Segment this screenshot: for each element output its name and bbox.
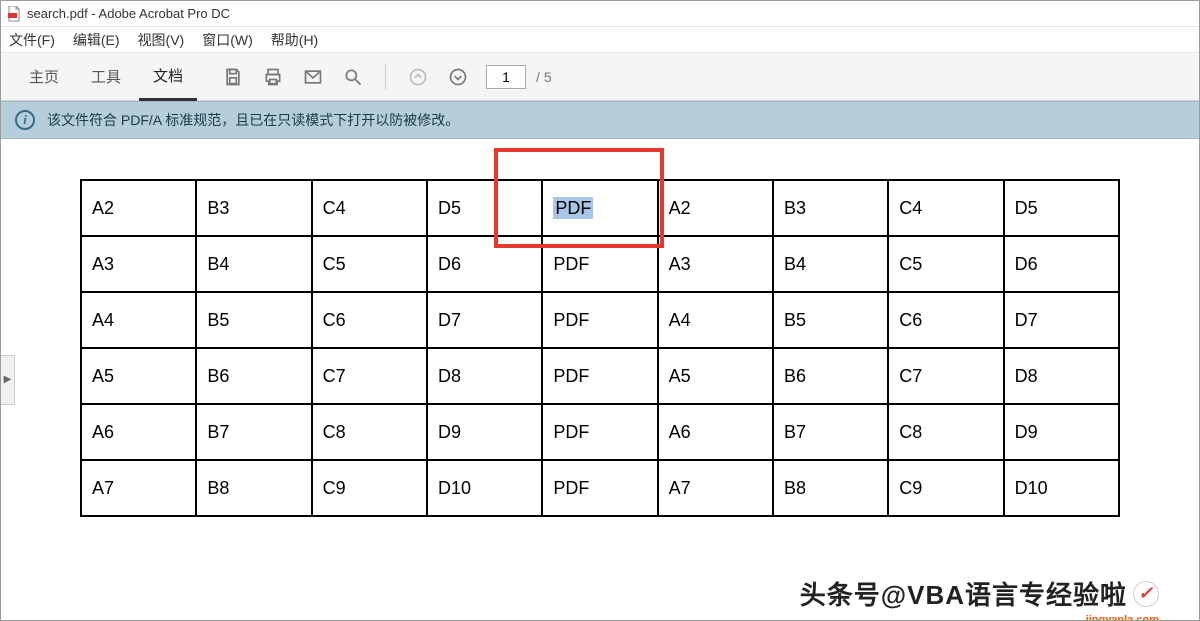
- info-bar: i 该文件符合 PDF/A 标准规范，且已在只读模式下打开以防被修改。: [1, 101, 1199, 139]
- page-number-input[interactable]: [486, 65, 526, 89]
- table-cell: C4: [888, 180, 1003, 236]
- table-cell: B3: [196, 180, 311, 236]
- info-message: 该文件符合 PDF/A 标准规范，且已在只读模式下打开以防被修改。: [47, 110, 459, 130]
- table-cell: A6: [658, 404, 773, 460]
- table-cell: PDF: [542, 348, 657, 404]
- table-row: A6B7C8D9PDFA6B7C8D9: [81, 404, 1119, 460]
- table-row: A5B6C7D8PDFA5B6C7D8: [81, 348, 1119, 404]
- table-cell: C5: [312, 236, 427, 292]
- table-row: A7B8C9D10PDFA7B8C9D10: [81, 460, 1119, 516]
- table-cell: A7: [81, 460, 196, 516]
- table-cell: B6: [196, 348, 311, 404]
- table-cell: D10: [1004, 460, 1119, 516]
- table-cell: A3: [81, 236, 196, 292]
- menu-help[interactable]: 帮助(H): [271, 30, 318, 50]
- table-cell: PDF: [542, 292, 657, 348]
- watermark-line1: 头条号@VBA语言专经验啦: [800, 575, 1127, 612]
- table-cell: A5: [81, 348, 196, 404]
- page-up-icon[interactable]: [400, 59, 436, 95]
- table-cell: C7: [312, 348, 427, 404]
- table-row: A2B3C4D5PDFA2B3C4D5: [81, 180, 1119, 236]
- menu-bar: 文件(F) 编辑(E) 视图(V) 窗口(W) 帮助(H): [1, 27, 1199, 53]
- email-icon[interactable]: [295, 59, 331, 95]
- table-cell: D6: [1004, 236, 1119, 292]
- table-cell: A2: [81, 180, 196, 236]
- pdf-file-icon: [7, 6, 21, 22]
- table-cell: C6: [312, 292, 427, 348]
- menu-view[interactable]: 视图(V): [138, 30, 185, 50]
- table-cell: D8: [1004, 348, 1119, 404]
- table-cell: PDF: [542, 404, 657, 460]
- table-cell: PDF: [542, 460, 657, 516]
- document-table: A2B3C4D5PDFA2B3C4D5A3B4C5D6PDFA3B4C5D6A4…: [80, 179, 1120, 517]
- table-cell: D9: [427, 404, 542, 460]
- watermark-text: 头条号@VBA语言专经验啦 ✓: [800, 575, 1159, 612]
- table-cell: D10: [427, 460, 542, 516]
- table-cell: D7: [1004, 292, 1119, 348]
- page-total-label: / 5: [536, 69, 552, 85]
- page-down-icon[interactable]: [440, 59, 476, 95]
- app-window: search.pdf - Adobe Acrobat Pro DC 文件(F) …: [0, 0, 1200, 621]
- watermark-url: jingyanla.com: [1086, 614, 1159, 620]
- table-cell: A7: [658, 460, 773, 516]
- document-viewport[interactable]: ▶ A2B3C4D5PDFA2B3C4D5A3B4C5D6PDFA3B4C5D6…: [1, 139, 1199, 620]
- window-title: search.pdf - Adobe Acrobat Pro DC: [27, 6, 230, 21]
- table-cell: A6: [81, 404, 196, 460]
- table-cell: A5: [658, 348, 773, 404]
- tab-home[interactable]: 主页: [15, 53, 73, 101]
- title-bar: search.pdf - Adobe Acrobat Pro DC: [1, 1, 1199, 27]
- table-cell: PDF: [542, 180, 657, 236]
- table-cell: C8: [312, 404, 427, 460]
- selected-text: PDF: [553, 197, 593, 219]
- table-cell: C4: [312, 180, 427, 236]
- table-cell: B8: [773, 460, 888, 516]
- search-icon[interactable]: [335, 59, 371, 95]
- side-panel-toggle[interactable]: ▶: [1, 355, 15, 405]
- menu-edit[interactable]: 编辑(E): [73, 30, 120, 50]
- table-cell: B3: [773, 180, 888, 236]
- table-cell: A4: [658, 292, 773, 348]
- table-cell: C9: [312, 460, 427, 516]
- table-cell: C7: [888, 348, 1003, 404]
- table-cell: B4: [773, 236, 888, 292]
- table-row: A4B5C6D7PDFA4B5C6D7: [81, 292, 1119, 348]
- table-cell: D7: [427, 292, 542, 348]
- toolbar: 主页 工具 文档 / 5: [1, 53, 1199, 101]
- save-icon[interactable]: [215, 59, 251, 95]
- table-cell: D5: [1004, 180, 1119, 236]
- print-icon[interactable]: [255, 59, 291, 95]
- toolbar-separator: [385, 64, 386, 90]
- table-cell: B6: [773, 348, 888, 404]
- table-row: A3B4C5D6PDFA3B4C5D6: [81, 236, 1119, 292]
- pdf-page: A2B3C4D5PDFA2B3C4D5A3B4C5D6PDFA3B4C5D6A4…: [80, 179, 1120, 517]
- menu-window[interactable]: 窗口(W): [202, 30, 253, 50]
- table-cell: B7: [196, 404, 311, 460]
- table-cell: A3: [658, 236, 773, 292]
- table-cell: B8: [196, 460, 311, 516]
- table-cell: C5: [888, 236, 1003, 292]
- table-cell: D9: [1004, 404, 1119, 460]
- table-cell: D6: [427, 236, 542, 292]
- tab-tools[interactable]: 工具: [77, 53, 135, 101]
- table-cell: A2: [658, 180, 773, 236]
- watermark-badge-icon: ✓: [1133, 581, 1159, 607]
- table-cell: PDF: [542, 236, 657, 292]
- table-cell: D5: [427, 180, 542, 236]
- table-cell: B7: [773, 404, 888, 460]
- menu-file[interactable]: 文件(F): [9, 30, 55, 50]
- table-cell: B5: [773, 292, 888, 348]
- info-icon: i: [15, 110, 35, 130]
- table-cell: A4: [81, 292, 196, 348]
- table-cell: C6: [888, 292, 1003, 348]
- table-cell: D8: [427, 348, 542, 404]
- table-cell: C8: [888, 404, 1003, 460]
- table-cell: B4: [196, 236, 311, 292]
- table-cell: C9: [888, 460, 1003, 516]
- table-cell: B5: [196, 292, 311, 348]
- tab-document[interactable]: 文档: [139, 53, 197, 101]
